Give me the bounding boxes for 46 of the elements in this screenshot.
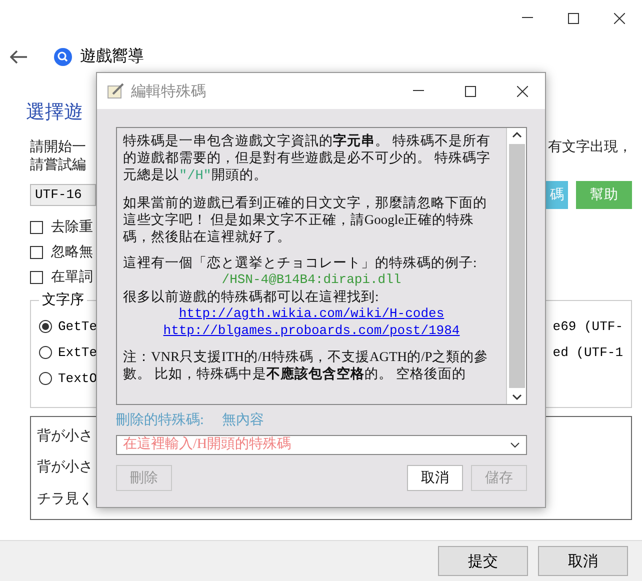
help-paragraph: 如果當前的遊戲已看到正確的日文文字，那麼請忽略下面的這些文字吧！ 但是如果文字不正確，請Google正確的特殊碼，然後貼在這裡就好了。: [123, 194, 488, 245]
checkbox-label: 去除重: [51, 218, 93, 237]
close-icon: [614, 12, 624, 24]
radio-button[interactable]: [39, 320, 52, 333]
scrollbar[interactable]: [506, 128, 526, 404]
radio-label: ExtTe: [58, 344, 98, 360]
radio-label: ed (UTF-1: [552, 344, 623, 360]
radio-button[interactable]: [39, 372, 52, 385]
link[interactable]: http://agth.wikia.com/wiki/H-codes: [178, 305, 444, 322]
notepad-icon: [107, 83, 125, 99]
radio-label: e69 (UTF-: [552, 318, 623, 334]
deleted-label: 刪除的特殊碼:: [116, 412, 204, 429]
radio-label: GetTe: [58, 318, 98, 334]
help-paragraph: 這裡有一個「恋と選挙とチョコレート」的特殊碼的例子:: [123, 254, 478, 271]
checkbox[interactable]: [30, 271, 43, 284]
checkbox[interactable]: [30, 221, 43, 234]
code-example: /HSN-4@B14B4:dirapi.dll: [222, 271, 402, 288]
encoding-field[interactable]: UTF-16: [30, 184, 96, 206]
help-paragraph: 注：VNR只支援ITH的/H特殊碼，不支援AGTH的/P之類的參數。 比如，特殊碼中是不應該包含空格的。 空格後面的: [123, 348, 490, 382]
search-icon: [54, 48, 72, 66]
window-title: 遊戲嚮導: [80, 46, 144, 68]
back-arrow-icon[interactable]: [10, 50, 28, 64]
maximize-icon: [568, 12, 578, 24]
code-combo-field[interactable]: 在這裡輸入/H開頭的特殊碼: [116, 435, 527, 455]
page-heading: 選擇遊: [26, 101, 84, 126]
submit-button[interactable]: 提交: [438, 546, 528, 576]
link[interactable]: http://blgames.proboards.com/post/1984: [163, 322, 460, 339]
minimize-icon: [522, 17, 532, 19]
dialog-title: 編輯特殊碼: [131, 82, 207, 100]
deleted-value: 無內容: [222, 411, 264, 429]
help-paragraph: 特殊碼是一串包含遊戲文字資訊的字元串。 特殊碼不是所有的遊戲都需要的，但是對有些遊戲是必不可少的。 特殊碼字元總是以″/H″開頭的。: [123, 132, 492, 185]
checkbox-label: 在單詞: [51, 268, 93, 287]
radio-button[interactable]: [39, 346, 52, 359]
intro-text: 有文字出現，: [548, 139, 632, 158]
help-paragraph: 很多以前遊戲的特殊碼都可以在這裡找到:: [123, 288, 380, 305]
radio-label: TextO: [58, 370, 98, 386]
close-icon: [516, 86, 528, 96]
chevron-down-icon[interactable]: [510, 442, 520, 448]
checkbox[interactable]: [30, 246, 43, 260]
maximize-icon: [464, 86, 476, 96]
intro-text: 請開始一: [30, 139, 86, 158]
cancel-button[interactable]: 取消: [407, 465, 463, 491]
cancel-button[interactable]: 取消: [538, 546, 628, 576]
intro-text: 請嘗試編: [30, 157, 86, 176]
minimize-icon: [412, 90, 424, 92]
checkbox-label: 忽略無: [51, 244, 93, 262]
